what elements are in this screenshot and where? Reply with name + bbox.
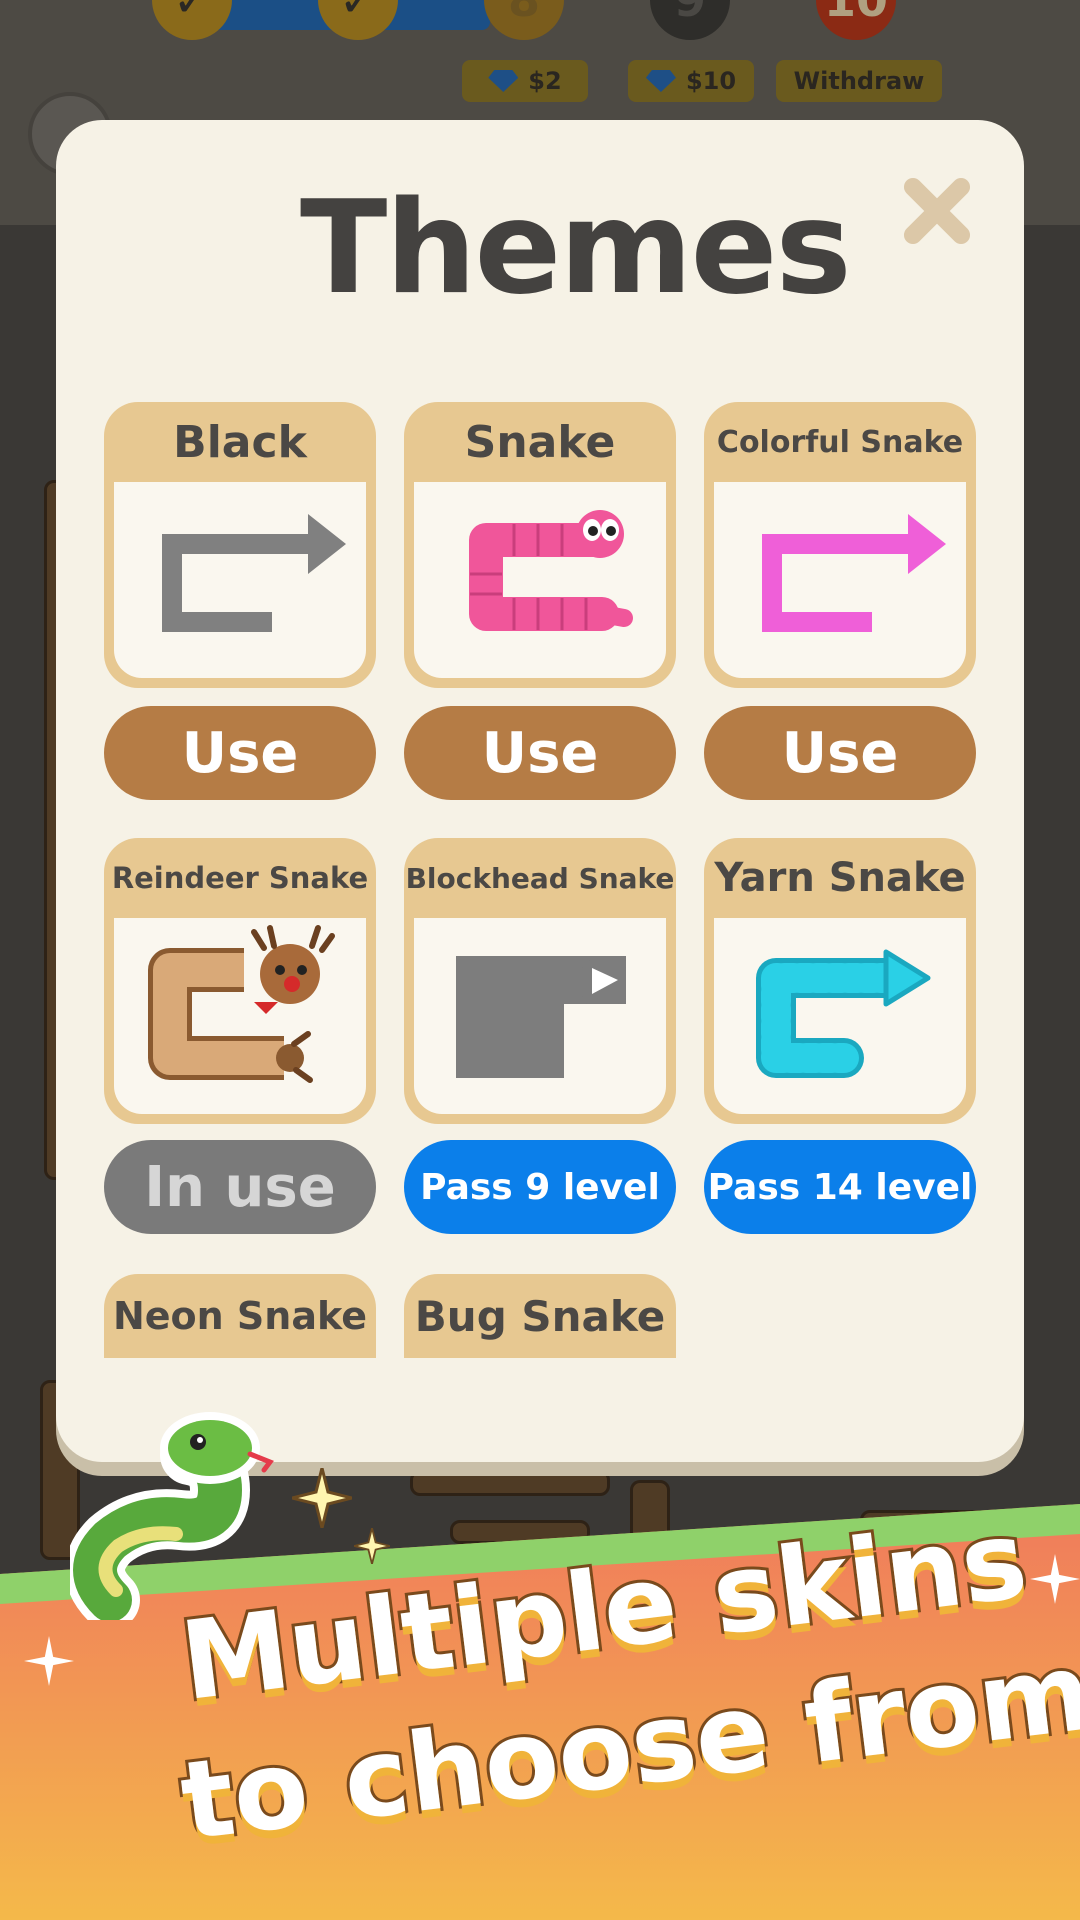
close-icon[interactable]: [896, 168, 976, 248]
themes-dialog: Themes Black Use Snake Use Colorful Snak…: [56, 120, 1024, 1462]
theme-card-black[interactable]: Black: [104, 402, 376, 688]
unlock-requirement-button[interactable]: Pass 14 level: [704, 1140, 976, 1234]
theme-card-blockhead-snake[interactable]: Blockhead Snake: [404, 838, 676, 1124]
arrow-snake-preview-icon: [162, 514, 346, 632]
prize-label: $10: [685, 67, 737, 95]
dialog-title: Themes: [300, 174, 852, 323]
theme-name: Neon Snake: [112, 1294, 368, 1338]
completed-step-check-icon: ✓: [152, 0, 232, 40]
theme-name: Snake: [464, 416, 616, 468]
pink-snake-preview-icon: [469, 510, 633, 631]
theme-card-bug-snake[interactable]: Bug Snake: [404, 1274, 676, 1358]
withdraw-badge: Withdraw: [776, 60, 942, 102]
blockhead-snake-preview-icon: [456, 956, 626, 1078]
prize-label: Withdraw: [793, 67, 925, 95]
theme-preview: [714, 918, 966, 1114]
progress-step: 8: [484, 0, 564, 40]
in-use-button[interactable]: In use: [104, 1140, 376, 1234]
theme-preview: [114, 918, 366, 1114]
sparkle-icon: [24, 1636, 74, 1686]
theme-preview: [414, 482, 666, 678]
theme-card-colorful-snake[interactable]: Colorful Snake: [704, 402, 976, 688]
diamond-icon: [645, 70, 676, 92]
theme-card-yarn-snake[interactable]: Yarn Snake: [704, 838, 976, 1124]
theme-preview: [414, 918, 666, 1114]
reindeer-snake-preview-icon: [148, 925, 335, 1083]
theme-name: Reindeer Snake: [111, 861, 369, 895]
theme-card-reindeer-snake[interactable]: Reindeer Snake: [104, 838, 376, 1124]
theme-preview: [714, 482, 966, 678]
use-button[interactable]: Use: [104, 706, 376, 800]
diamond-icon: [488, 70, 519, 92]
unlock-requirement-button[interactable]: Pass 9 level: [404, 1140, 676, 1234]
use-button[interactable]: Use: [704, 706, 976, 800]
completed-step-check-icon: ✓: [318, 0, 398, 40]
sparkle-icon: [292, 1468, 352, 1528]
theme-name: Yarn Snake: [714, 855, 966, 901]
theme-preview: [114, 482, 366, 678]
progress-step: 9: [650, 0, 730, 40]
prize-label: $2: [528, 67, 562, 95]
theme-name: Bug Snake: [414, 1291, 666, 1341]
theme-card-snake[interactable]: Snake: [404, 402, 676, 688]
use-button[interactable]: Use: [404, 706, 676, 800]
snake-mascot-icon: [70, 1412, 274, 1620]
prize-badge: $10: [628, 60, 754, 102]
theme-name: Black: [173, 416, 307, 468]
progress-step: 10: [816, 0, 896, 40]
theme-card-neon-snake[interactable]: Neon Snake: [104, 1274, 376, 1358]
prize-badge: $2: [462, 60, 588, 102]
yarn-snake-preview-icon: [756, 949, 931, 1078]
sparkle-icon: [354, 1528, 390, 1564]
sparkle-icon: [1030, 1554, 1080, 1604]
theme-name: Blockhead Snake: [405, 861, 675, 895]
theme-name: Colorful Snake: [716, 424, 964, 460]
colorful-arrow-preview-icon: [762, 514, 946, 632]
